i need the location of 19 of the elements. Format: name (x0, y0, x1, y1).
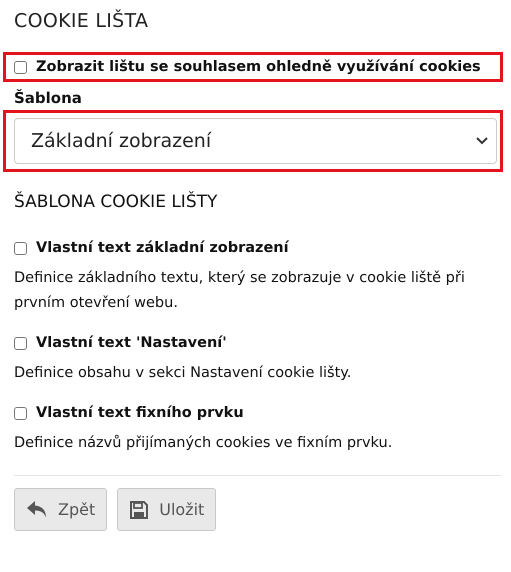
checkbox-label: Vlastní text 'Nastavení' (36, 335, 227, 351)
field-label: Šablona (14, 89, 83, 107)
chevron-down-icon (476, 137, 488, 145)
page-title: COOKIE LIŠTA (14, 10, 150, 32)
checkbox-label: Vlastní text fixního prvku (36, 405, 244, 421)
checkbox[interactable] (14, 60, 27, 74)
checkbox-label: Vlastní text základní zobrazení (36, 240, 289, 256)
save-button[interactable]: Uložit (117, 488, 216, 531)
template-select[interactable]: Základní zobrazení (14, 118, 497, 164)
section-title: ŠABLONA COOKIE LIŠTY (14, 192, 218, 212)
checkbox[interactable] (14, 336, 27, 350)
back-button[interactable]: Zpět (14, 488, 108, 531)
option-description: Definice názvů přijímaných cookies ve fixním prvku. (14, 434, 394, 453)
option-description: Definice základního textu, který se zobrazuje v cookie liště při prvním otevření webu. (14, 269, 466, 313)
checkbox[interactable] (14, 242, 27, 254)
option-description: Definice obsahu v sekci Nastavení cookie lišty. (14, 364, 352, 383)
checkbox-label: Zobrazit lištu se souhlasem ohledně využívání cookies (36, 59, 481, 75)
reply-arrow-icon (26, 500, 48, 519)
checkbox[interactable] (14, 406, 27, 420)
